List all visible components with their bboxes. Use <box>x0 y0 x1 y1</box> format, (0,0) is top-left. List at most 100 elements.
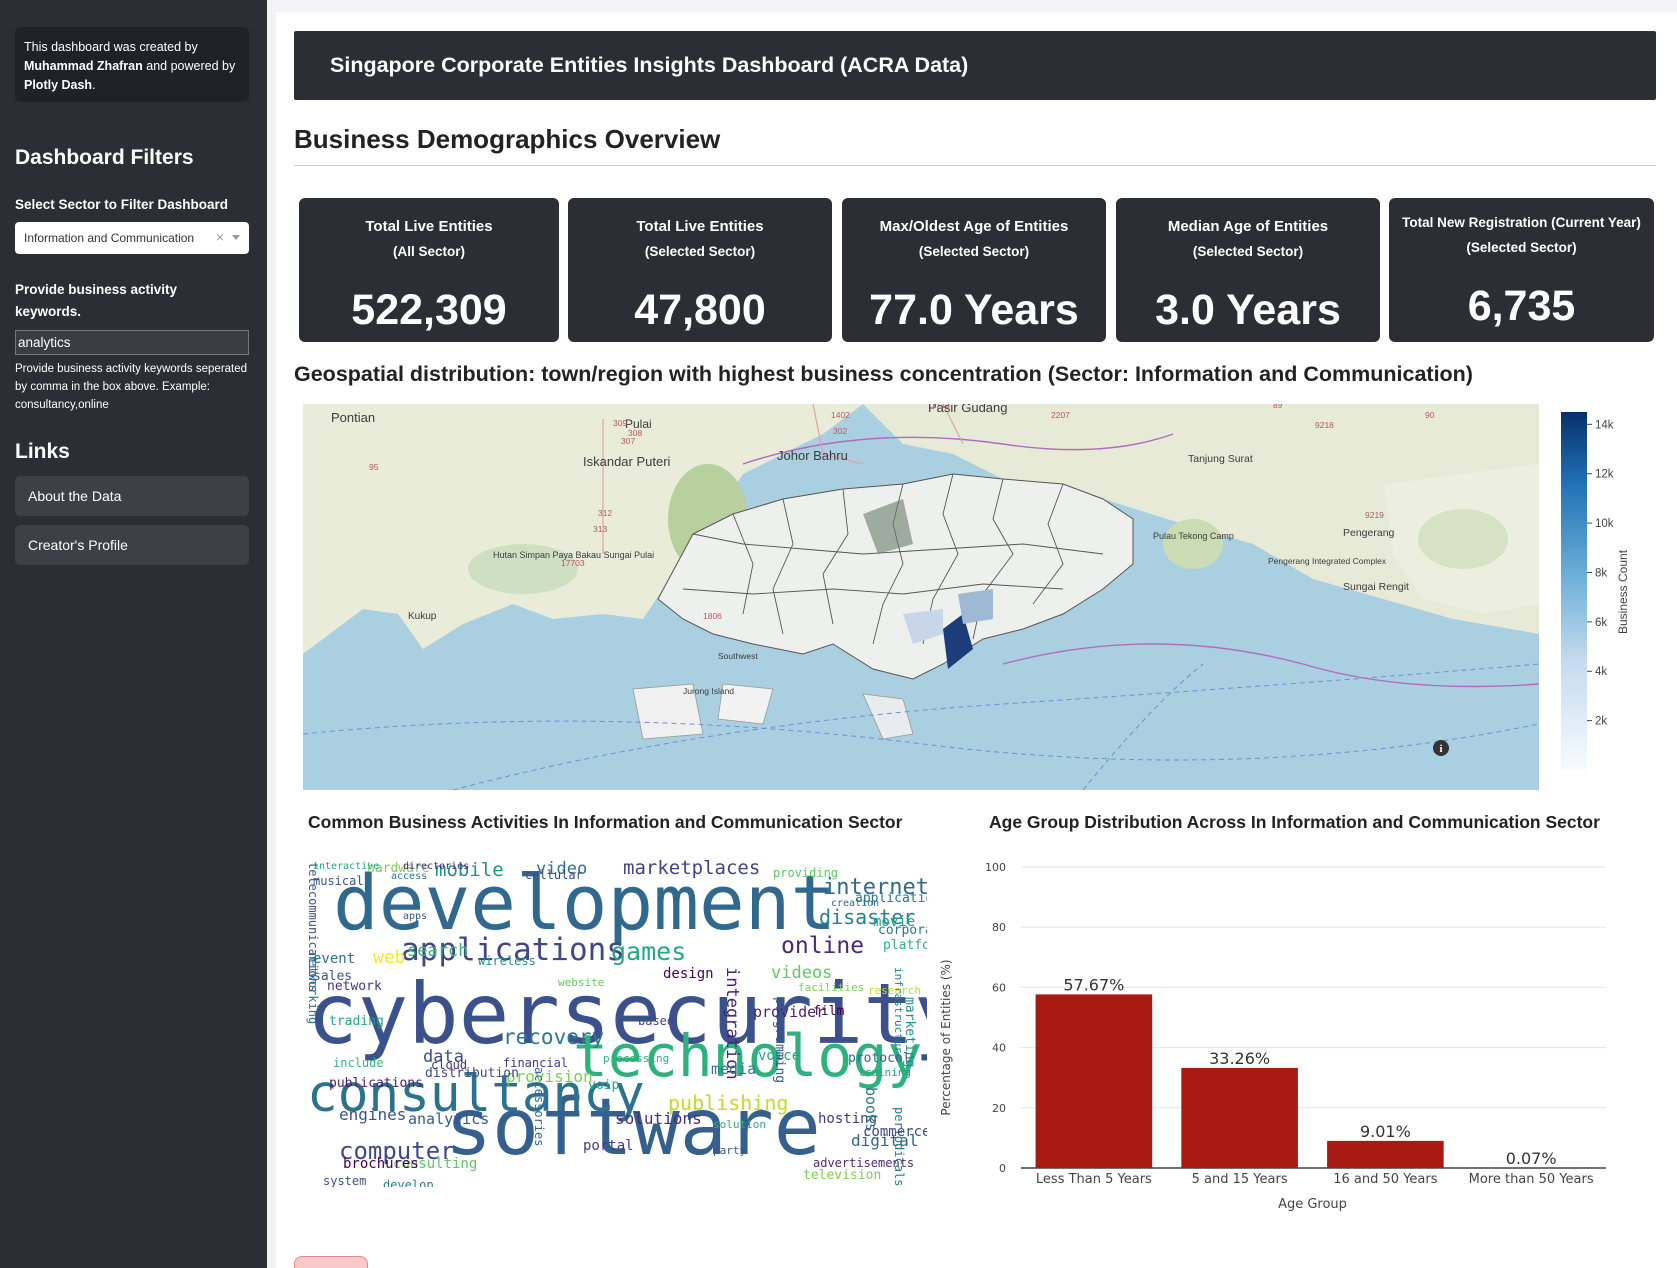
map-place-label: Pengerang <box>1343 527 1395 539</box>
credit-box: This dashboard was created by Muhammad Z… <box>15 27 249 102</box>
bar[interactable] <box>1035 994 1153 1168</box>
wordcloud-word: solution <box>713 1118 766 1131</box>
about-data-link[interactable]: About the Data <box>15 476 249 516</box>
colorbar-tick-label: 14k <box>1595 419 1614 431</box>
sector-select[interactable]: Information and Communication × <box>15 222 249 254</box>
chevron-down-icon[interactable] <box>232 235 240 240</box>
geo-title: Geospatial distribution: town/region wit… <box>294 362 1473 386</box>
colorbar-tick-label: 4k <box>1595 666 1607 678</box>
wordcloud-word: cloud <box>431 1058 468 1072</box>
map-road-number: 17703 <box>561 558 585 568</box>
wordcloud-word: based <box>638 1014 675 1028</box>
map-place-label: Pengerang Integrated Complex <box>1268 556 1387 566</box>
keywords-help: Provide business activity keywords seper… <box>15 363 248 411</box>
filters-heading: Dashboard Filters <box>15 146 194 169</box>
wordcloud-word: marketplaces <box>623 857 761 879</box>
map-place-label: Pontian <box>331 410 375 425</box>
credit-prefix: This dashboard was created by <box>24 40 198 54</box>
wordcloud-word: musical <box>313 874 364 888</box>
map-place-label: Johor Bahru <box>777 448 848 463</box>
wordcloud-word: trading <box>329 1014 384 1029</box>
divider <box>294 165 1656 166</box>
bar-data-label: 57.67% <box>1063 975 1124 994</box>
wordcloud-word: recovery <box>503 1025 605 1049</box>
kpi-subtitle: (Selected Sector) <box>1466 240 1577 255</box>
map-road-number: 95 <box>369 462 379 472</box>
wordcloud-word: brochures <box>343 1156 419 1172</box>
bar-data-label: 0.07% <box>1506 1149 1557 1168</box>
wordcloud-word: film <box>813 1004 845 1019</box>
choropleth-map[interactable]: Pontian Pulai Iskandar Puteri Johor Bahru Pa… <box>303 404 1539 790</box>
kpi-subtitle: (Selected Sector) <box>918 244 1030 259</box>
wordcloud-word: party <box>713 1144 747 1157</box>
y-tick-label: 20 <box>992 1102 1006 1115</box>
kpi-title: Max/Oldest Age of Entities <box>879 218 1069 235</box>
credit-tool: Plotly Dash <box>24 78 93 92</box>
kpi-subtitle: (Selected Sector) <box>1192 244 1304 259</box>
links-heading: Links <box>15 440 70 463</box>
map-road-number: 302 <box>833 426 847 436</box>
colorbar-tick-label: 12k <box>1595 469 1614 481</box>
map-place-label: Jurong Island <box>683 686 734 696</box>
wordcloud-word: creation <box>831 898 880 909</box>
y-tick-label: 100 <box>985 861 1006 874</box>
wordcloud-word: analytics <box>408 1110 490 1128</box>
wordcloud-word: include <box>333 1056 384 1070</box>
kpi-card-new-registration: Total New Registration (Current Year) (S… <box>1389 198 1654 342</box>
wordcloud-word: engines <box>339 1105 407 1124</box>
map-road-number: 1806 <box>703 611 722 621</box>
x-tick-label: More than 50 Years <box>1469 1172 1594 1187</box>
map-road-number: 307 <box>621 436 635 446</box>
red-button[interactable] <box>294 1256 368 1268</box>
kpi-title: Median Age of Entities <box>1167 218 1329 235</box>
map-road-number: 2207 <box>1051 410 1070 420</box>
map-road-number: 89 <box>1273 404 1283 410</box>
credit-mid: and powered by <box>142 59 236 73</box>
wordcloud-word: research <box>868 984 921 997</box>
keywords-input[interactable] <box>15 330 249 355</box>
bar[interactable] <box>1327 1140 1444 1168</box>
wordcloud-word: solutions <box>615 1109 702 1128</box>
bar[interactable] <box>1181 1067 1298 1168</box>
wordcloud-word: wireless <box>478 954 536 968</box>
kpi-card-total-sector: Total Live Entities (Selected Sector) 47… <box>568 198 832 342</box>
main-content: Singapore Corporate Entities Insights Da… <box>276 12 1677 1268</box>
kpi-title: Total Live Entities <box>365 218 493 235</box>
wordcloud-word: voip <box>588 1078 620 1093</box>
wordcloud-word: periodicals <box>892 1107 906 1187</box>
x-tick-label: 16 and 50 Years <box>1333 1172 1437 1187</box>
map-road-number: 1712 <box>931 404 950 410</box>
wordcloud-word: training <box>858 1066 911 1079</box>
kpi-subtitle: (All Sector) <box>392 244 465 259</box>
wordcloud: cybersecurity development software technolo… <box>303 857 927 1187</box>
y-tick-label: 80 <box>992 921 1006 934</box>
x-axis-label: Age Group <box>1278 1197 1347 1212</box>
wordcloud-word: networking <box>306 952 320 1025</box>
x-tick-label: 5 and 15 Years <box>1192 1172 1288 1187</box>
map-colorbar: 14k 12k 10k 8k 6k 4k 2k Business Count <box>1561 412 1630 770</box>
bar-chart-title: Age Group Distribution Across In Informa… <box>989 812 1600 832</box>
map-road-number: 312 <box>598 508 612 518</box>
map-road-number: 90 <box>1425 410 1435 420</box>
wordcloud-word: infrastructure <box>892 967 905 1060</box>
kpi-value: 47,800 <box>634 286 766 334</box>
kpi-subtitle: (Selected Sector) <box>644 244 756 259</box>
y-tick-label: 40 <box>992 1042 1006 1055</box>
wordcloud-word: facilities <box>798 981 865 994</box>
credit-suffix: . <box>92 78 96 92</box>
y-tick-label: 0 <box>999 1162 1006 1175</box>
keywords-label: Provide business activity keywords. <box>15 282 178 319</box>
wordcloud-word: apps <box>403 911 428 922</box>
info-icon[interactable]: i <box>1439 743 1442 755</box>
wordcloud-word: accessories <box>532 1067 546 1147</box>
section-title: Business Demographics Overview <box>294 124 721 154</box>
wordcloud-word: design <box>663 966 714 982</box>
wordcloud-word: interactive <box>313 861 380 872</box>
creator-profile-link[interactable]: Creator's Profile <box>15 525 249 565</box>
wordcloud-word: processing <box>603 1052 670 1065</box>
kpi-value: 6,735 <box>1467 282 1576 330</box>
map-place-label: Sungai Rengit <box>1343 581 1409 593</box>
clear-icon[interactable]: × <box>216 229 224 245</box>
bar-data-label: 33.26% <box>1209 1049 1270 1068</box>
colorbar-tick-label: 6k <box>1595 617 1607 629</box>
